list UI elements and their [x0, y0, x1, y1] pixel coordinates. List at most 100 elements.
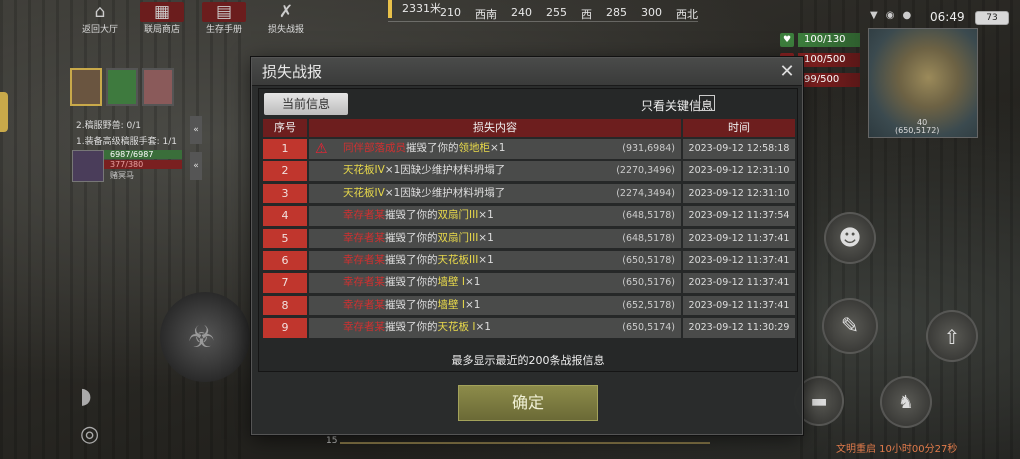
row-time: 2023-09-12 11:30:29 [683, 318, 795, 338]
row-suffix: ×1 [464, 276, 481, 289]
table-body: 1 ⚠ 同伴部落成员摧毁了你的领地柜×1 (931,6984) 2023-09-12 1… [263, 139, 795, 341]
row-suffix: ×1 [464, 298, 481, 311]
row-coords[interactable]: (648,5178) [622, 206, 675, 226]
health-value: 100/130 [798, 33, 860, 47]
home-icon: ⌂ [94, 2, 106, 22]
xp-bar [340, 442, 710, 444]
wifi-icon: ◉ [885, 10, 895, 21]
avatar[interactable] [70, 68, 102, 106]
row-content: 幸存者某摧毁了你的双扇门III×1 (648,5178) [309, 228, 681, 249]
row-time: 2023-09-12 12:31:10 [683, 161, 795, 181]
row-action: 摧毁了你的 [385, 298, 438, 311]
biohazard-icon: ☣ [188, 320, 215, 355]
row-coords[interactable]: (2274,3494) [616, 184, 675, 204]
notification-icon: ● [902, 10, 912, 21]
table-row[interactable]: 4 幸存者某摧毁了你的双扇门III×1 (648,5178) 2023-09-12 1… [263, 206, 795, 226]
melee-button[interactable]: ✎ [822, 298, 878, 354]
row-suffix: ×1 [475, 321, 491, 334]
row-coords[interactable]: (650,5176) [622, 273, 675, 293]
row-item: 墙壁 I [437, 298, 465, 311]
nav-lobby-button[interactable]: ⌂ 返回大厅 [78, 2, 122, 35]
minimap[interactable]: 40 (650,5172) [868, 28, 978, 138]
table-row[interactable]: 5 幸存者某摧毁了你的双扇门III×1 (648,5178) 2023-09-12 1… [263, 228, 795, 249]
row-action: 摧毁了你的 [385, 253, 438, 266]
avatar [72, 150, 104, 182]
row-content: 天花板IV×1因缺少维护材料坍塌了 (2274,3494) [309, 183, 681, 204]
row-coords[interactable]: (650,5178) [622, 251, 675, 271]
close-button[interactable]: ✕ [776, 61, 798, 83]
row-actor: 幸存者某 [343, 298, 385, 311]
prone-icon: ▬ [810, 391, 828, 412]
row-item: 双扇门III [437, 209, 479, 222]
row-action: 摧毁了你的 [385, 209, 438, 222]
player-card[interactable]: 6987/6987 377/380 赌冥马 [72, 150, 182, 184]
weapon-icon: ✗ [278, 2, 294, 22]
row-number: 9 [263, 318, 307, 338]
whistle-icon[interactable]: ◗ [80, 384, 92, 409]
row-action: 摧毁了你的 [385, 231, 438, 244]
row-time: 2023-09-12 11:37:41 [683, 228, 795, 249]
row-suffix: ×1因缺少维护材料坍塌了 [384, 186, 506, 199]
compass-tick: 210 [440, 6, 461, 19]
compass-distance: 2331米 [402, 2, 441, 15]
avatar[interactable] [106, 68, 138, 106]
row-suffix: ×1因缺少维护材料坍塌了 [384, 164, 506, 177]
jump-button[interactable]: ⇧ [926, 310, 978, 362]
compass-bar: 2331米 210 西南 240 255 西 285 300 西北 [388, 0, 698, 22]
row-coords[interactable]: (648,5178) [622, 229, 675, 249]
table-row[interactable]: 6 幸存者某摧毁了你的天花板III×1 (650,5178) 2023-09-12 1… [263, 250, 795, 271]
row-suffix: ×1 [478, 209, 494, 222]
row-number: 1 [263, 139, 307, 159]
emote-button[interactable]: ☻ [824, 212, 876, 264]
nav-handbook-button[interactable]: ▤ 生存手册 [202, 2, 246, 35]
close-icon: ✕ [779, 61, 795, 82]
row-coords[interactable]: (652,5178) [622, 296, 675, 316]
row-content: 幸存者某摧毁了你的墙壁 I×1 (652,5178) [309, 295, 681, 316]
table-header: 序号 损失内容 时间 [263, 119, 795, 137]
map-icon[interactable]: ◎ [80, 422, 99, 447]
row-number: 6 [263, 250, 307, 271]
quest-item[interactable]: 1.装备高级稿服手套: 1/1 [76, 134, 177, 150]
nav-shop-button[interactable]: ▦ 联局商店 [140, 2, 184, 35]
row-item: 天花板IV [343, 164, 385, 177]
table-row[interactable]: 9 幸存者某摧毁了你的天花板 I×1 (650,5174) 2023-09-12 11… [263, 318, 795, 338]
collapse-tab[interactable]: « [190, 116, 202, 144]
row-time: 2023-09-12 11:37:41 [683, 273, 795, 293]
movement-joystick[interactable]: ☣ [160, 292, 250, 382]
nav-loss-report-button[interactable]: ✗ 损失战报 [264, 2, 308, 35]
row-number: 3 [263, 183, 307, 204]
row-item: 天花板III [437, 253, 479, 266]
table-row[interactable]: 3 天花板IV×1因缺少维护材料坍塌了 (2274,3494) 2023-09-12 … [263, 183, 795, 204]
row-number: 5 [263, 228, 307, 249]
table-row[interactable]: 1 ⚠ 同伴部落成员摧毁了你的领地柜×1 (931,6984) 2023-09-12 1… [263, 139, 795, 159]
crouch-button[interactable]: ♞ [880, 376, 932, 428]
compass-tick: 255 [546, 6, 567, 19]
row-content: ⚠ 同伴部落成员摧毁了你的领地柜×1 (931,6984) [309, 139, 681, 159]
compass-tick: 285 [606, 6, 627, 19]
row-content: 幸存者某摧毁了你的天花板III×1 (650,5178) [309, 250, 681, 271]
table-row[interactable]: 7 幸存者某摧毁了你的墙壁 I×1 (650,5176) 2023-09-12 11:… [263, 273, 795, 293]
table-row[interactable]: 2 天花板IV×1因缺少维护材料坍塌了 (2270,3496) 2023-09-12 … [263, 161, 795, 181]
row-coords[interactable]: (650,5174) [622, 318, 675, 338]
row-item: 天花板 I [437, 321, 476, 334]
collapse-tab[interactable]: « [190, 152, 202, 180]
nav-label: 返回大厅 [81, 25, 118, 35]
row-coords[interactable]: (931,6984) [622, 139, 675, 159]
nav-label: 损失战报 [267, 25, 304, 35]
quest-item[interactable]: 2.稿服野兽: 0/1 [76, 118, 177, 134]
table-row[interactable]: 8 幸存者某摧毁了你的墙壁 I×1 (652,5178) 2023-09-12 11:… [263, 295, 795, 316]
key-only-checkbox[interactable] [699, 95, 715, 111]
team-avatars [70, 68, 174, 106]
left-edge-tab[interactable] [0, 92, 8, 132]
avatar[interactable] [142, 68, 174, 106]
row-coords[interactable]: (2270,3496) [616, 161, 675, 181]
health-bar: ♥ 100/130 [780, 32, 860, 48]
battery-indicator: 73 [975, 11, 1009, 25]
knife-icon: ✎ [840, 314, 860, 339]
row-action: 摧毁了你的 [406, 142, 459, 154]
compass-tick: 西 [581, 8, 592, 21]
tab-current-info[interactable]: 当前信息 [264, 93, 348, 115]
row-content: 幸存者某摧毁了你的墙壁 I×1 (650,5176) [309, 273, 681, 293]
row-actor: 幸存者某 [343, 209, 385, 222]
confirm-button[interactable]: 确定 [458, 385, 598, 421]
